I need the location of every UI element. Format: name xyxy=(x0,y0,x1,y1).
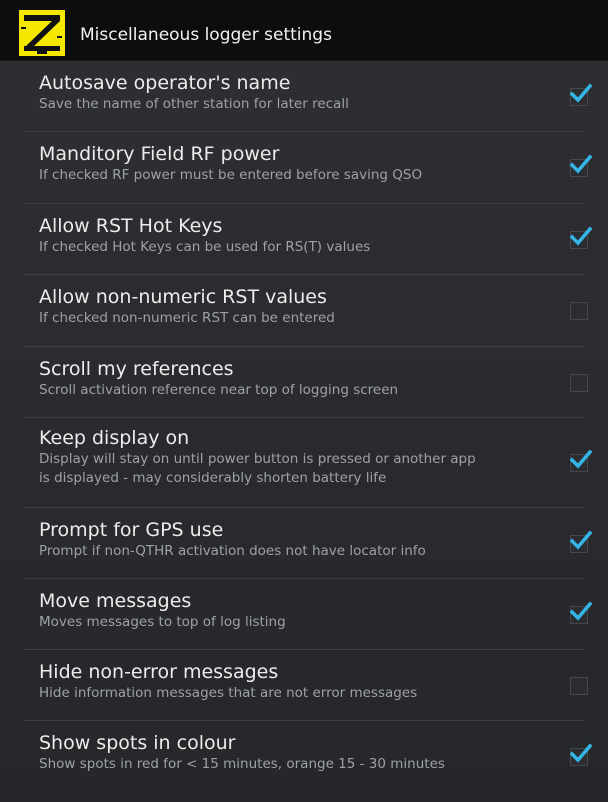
setting-row-hide-non-error-messages[interactable]: Hide non-error messages Hide information … xyxy=(0,650,608,721)
setting-title: Scroll my references xyxy=(39,358,234,380)
setting-checkbox[interactable] xyxy=(570,677,588,695)
setting-row-manditory-field-rf-power[interactable]: Manditory Field RF power If checked RF po… xyxy=(0,132,608,204)
setting-checkbox[interactable] xyxy=(570,226,592,249)
setting-title: Autosave operator's name xyxy=(39,72,291,94)
setting-row-prompt-for-gps-use[interactable]: Prompt for GPS use Prompt if non-QTHR act… xyxy=(0,508,608,579)
setting-title: Show spots in colour xyxy=(39,732,236,754)
setting-summary: Display will stay on until power button … xyxy=(39,451,476,467)
setting-title: Prompt for GPS use xyxy=(39,519,224,541)
setting-checkbox[interactable] xyxy=(570,154,592,177)
setting-title: Allow RST Hot Keys xyxy=(39,215,223,237)
checkmark-icon xyxy=(570,226,592,246)
setting-checkbox[interactable] xyxy=(570,374,588,392)
setting-summary: Prompt if non-QTHR activation does not h… xyxy=(39,543,426,559)
setting-summary-continued: is displayed - may considerably shorten … xyxy=(39,470,387,486)
setting-checkbox[interactable] xyxy=(570,601,592,624)
setting-row-keep-display-on[interactable]: Keep display on Display will stay on unti… xyxy=(0,418,608,508)
setting-checkbox[interactable] xyxy=(570,743,592,766)
checkmark-icon xyxy=(570,154,592,174)
setting-summary: Moves messages to top of log listing xyxy=(39,614,286,630)
setting-row-scroll-my-references[interactable]: Scroll my references Scroll activation re… xyxy=(0,347,608,418)
action-bar: Miscellaneous logger settings xyxy=(0,0,608,61)
setting-row-show-spots-in-colour[interactable]: Show spots in colour Show spots in red fo… xyxy=(0,721,608,793)
settings-screen: Miscellaneous logger settings Autosave o… xyxy=(0,0,608,802)
checkmark-icon xyxy=(570,530,592,550)
setting-checkbox[interactable] xyxy=(570,302,588,320)
setting-summary: If checked RF power must be entered befo… xyxy=(39,167,423,183)
checkmark-icon xyxy=(570,601,592,621)
setting-row-move-messages[interactable]: Move messages Moves messages to top of lo… xyxy=(0,579,608,650)
setting-summary: Hide information messages that are not e… xyxy=(39,685,418,701)
settings-list: Autosave operator's name Save the name of… xyxy=(0,61,608,793)
setting-checkbox[interactable] xyxy=(570,530,592,553)
setting-title: Allow non-numeric RST values xyxy=(39,286,327,308)
setting-summary: Show spots in red for < 15 minutes, oran… xyxy=(39,756,445,772)
setting-checkbox[interactable] xyxy=(570,449,592,472)
setting-row-allow-non-numeric-rst-values[interactable]: Allow non-numeric RST values If checked n… xyxy=(0,275,608,347)
setting-summary: If checked non-numeric RST can be entere… xyxy=(39,310,335,326)
checkmark-icon xyxy=(570,743,592,763)
setting-title: Manditory Field RF power xyxy=(39,143,280,165)
setting-summary: Save the name of other station for later… xyxy=(39,96,349,112)
setting-checkbox[interactable] xyxy=(570,83,592,106)
checkmark-icon xyxy=(570,449,592,469)
app-logo-icon[interactable] xyxy=(19,10,65,56)
setting-row-autosave-operator-s-name[interactable]: Autosave operator's name Save the name of… xyxy=(0,61,608,132)
setting-summary: Scroll activation reference near top of … xyxy=(39,382,399,398)
setting-title: Move messages xyxy=(39,590,192,612)
setting-title: Hide non-error messages xyxy=(39,661,279,683)
checkmark-icon xyxy=(570,83,592,103)
setting-row-allow-rst-hot-keys[interactable]: Allow RST Hot Keys If checked Hot Keys ca… xyxy=(0,204,608,275)
setting-summary: If checked Hot Keys can be used for RS(T… xyxy=(39,239,371,255)
setting-title: Keep display on xyxy=(39,427,190,449)
page-title: Miscellaneous logger settings xyxy=(80,25,332,45)
